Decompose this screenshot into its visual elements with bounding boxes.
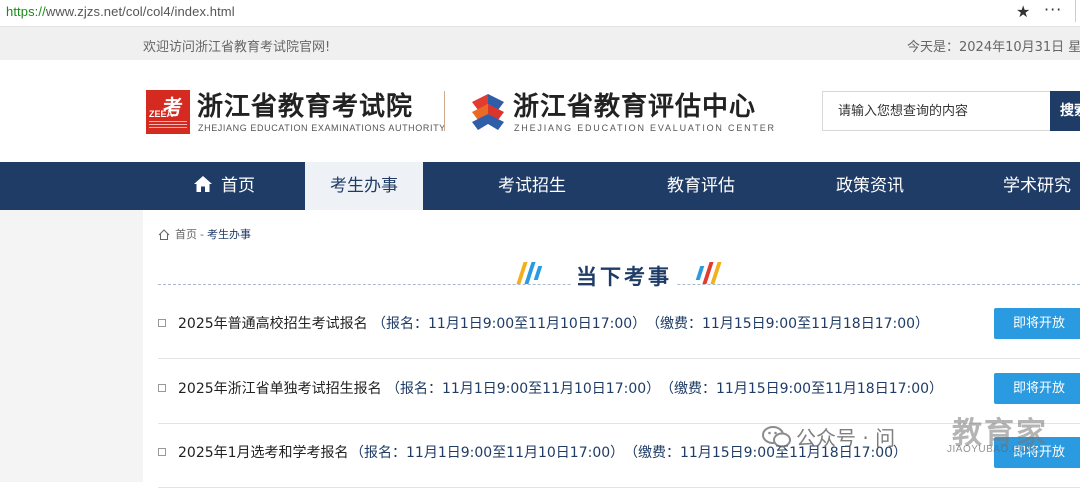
nav-item-label: 教育评估 xyxy=(667,176,735,196)
section-heading: 当下考事 xyxy=(158,256,1080,292)
list-item: 2025年普通高校招生考试报名 （报名：11月1日9:00至11月10日17:0… xyxy=(158,295,1080,359)
section-title: 当下考事 xyxy=(572,261,676,291)
signup-period: （报名：11月1日9:00至11月10日17:00） xyxy=(386,381,661,397)
watermark-sub: JIAOYUBAO.COM xyxy=(947,444,1037,455)
search-button[interactable]: 搜索 xyxy=(1050,91,1080,131)
url-path: www.zjzs.net/col/col4/index.html xyxy=(45,4,235,19)
welcome-bar: 欢迎访问浙江省教育考试院官网! 今天是：2024年10月31日 星期 xyxy=(0,26,1080,60)
watermark-text: 公众号 · 问 xyxy=(796,426,896,450)
exam-authority-name[interactable]: 浙江省教育考试院 xyxy=(197,86,413,123)
breadcrumb-home[interactable]: 首页 xyxy=(175,228,197,241)
bullet-icon xyxy=(158,319,166,327)
window-edge xyxy=(1075,0,1080,22)
left-gutter xyxy=(0,210,143,482)
exam-name[interactable]: 2025年普通高校招生考试报名 xyxy=(178,313,368,333)
signup-period: （报名：11月1日9:00至11月10日17:00） xyxy=(372,316,647,332)
status-button[interactable]: 即将开放 xyxy=(994,308,1080,339)
breadcrumb: 首页 - 考生办事 xyxy=(158,226,251,242)
nav-item-label: 考试招生 xyxy=(498,176,566,196)
nav-item-research[interactable]: 学术研究 xyxy=(956,162,1080,210)
browser-address-bar[interactable]: https://www.zjzs.net/col/col4/index.html… xyxy=(0,0,1080,26)
exam-authority-logo[interactable]: 考 ZEEA xyxy=(146,90,190,134)
signup-period: （报名：11月1日9:00至11月10日17:00） xyxy=(350,445,625,461)
exam-name[interactable]: 2025年1月选考和学考报名 xyxy=(178,442,349,462)
search-box[interactable] xyxy=(822,91,1054,131)
wechat-watermark: 公众号 · 问 xyxy=(762,422,895,451)
evaluation-center-en: ZHEJIANG EDUCATION EVALUATION CENTER xyxy=(514,123,776,133)
wechat-icon xyxy=(762,426,791,448)
fee-period: （缴费：11月15日9:00至11月18日17:00） xyxy=(660,381,944,397)
nav-item-home[interactable]: 首页 xyxy=(143,162,305,210)
date-text: 今天是：2024年10月31日 星期 xyxy=(907,40,1080,55)
breadcrumb-separator: - xyxy=(200,228,204,241)
list-item: 2025年1月选考和学考报名 （报名：11月1日9:00至11月10日17:00… xyxy=(158,424,1080,488)
nav-item-admissions[interactable]: 考试招生 xyxy=(423,162,641,210)
logo-lines xyxy=(149,121,187,122)
logo-zeea-text: ZEEA xyxy=(149,109,174,119)
home-icon xyxy=(194,176,212,192)
site-header: 考 ZEEA 浙江省教育考试院 ZHEJIANG EDUCATION EXAMI… xyxy=(0,60,1080,162)
nav-item-policy-news[interactable]: 政策资讯 xyxy=(784,162,956,210)
exam-authority-en: ZHEJIANG EDUCATION EXAMINATIONS AUTHORIT… xyxy=(198,123,446,133)
header-divider xyxy=(444,91,445,131)
breadcrumb-current[interactable]: 考生办事 xyxy=(207,228,251,241)
nav-item-evaluation[interactable]: 教育评估 xyxy=(615,162,787,210)
url-text[interactable]: https://www.zjzs.net/col/col4/index.html xyxy=(6,4,235,19)
main-nav: 首页 考生办事 考试招生 教育评估 政策资讯 学术研究 xyxy=(0,162,1080,210)
more-icon[interactable]: ··· xyxy=(1044,0,1062,19)
nav-item-label: 考生办事 xyxy=(330,176,398,196)
bullet-icon xyxy=(158,448,166,456)
nav-item-label: 学术研究 xyxy=(1003,176,1071,196)
url-scheme: https:// xyxy=(6,4,46,19)
status-button[interactable]: 即将开放 xyxy=(994,373,1080,404)
evaluation-center-logo[interactable] xyxy=(470,92,506,134)
nav-item-student-services[interactable]: 考生办事 xyxy=(305,162,423,210)
bullet-icon xyxy=(158,384,166,392)
welcome-text: 欢迎访问浙江省教育考试院官网! xyxy=(143,40,331,55)
star-icon[interactable]: ★ xyxy=(1016,2,1030,21)
fee-period: （缴费：11月15日9:00至11月18日17:00） xyxy=(646,316,930,332)
exam-name[interactable]: 2025年浙江省单独考试招生报名 xyxy=(178,378,382,398)
decor-slash-icon xyxy=(695,266,705,280)
search-input[interactable] xyxy=(823,92,1054,130)
list-item: 2025年浙江省单独考试招生报名 （报名：11月1日9:00至11月10日17:… xyxy=(158,360,1080,424)
nav-item-label: 首页 xyxy=(221,176,255,196)
evaluation-center-name[interactable]: 浙江省教育评估中心 xyxy=(513,86,756,123)
nav-item-label: 政策资讯 xyxy=(836,176,904,196)
home-icon xyxy=(158,229,170,240)
decor-slash-icon xyxy=(533,266,543,280)
